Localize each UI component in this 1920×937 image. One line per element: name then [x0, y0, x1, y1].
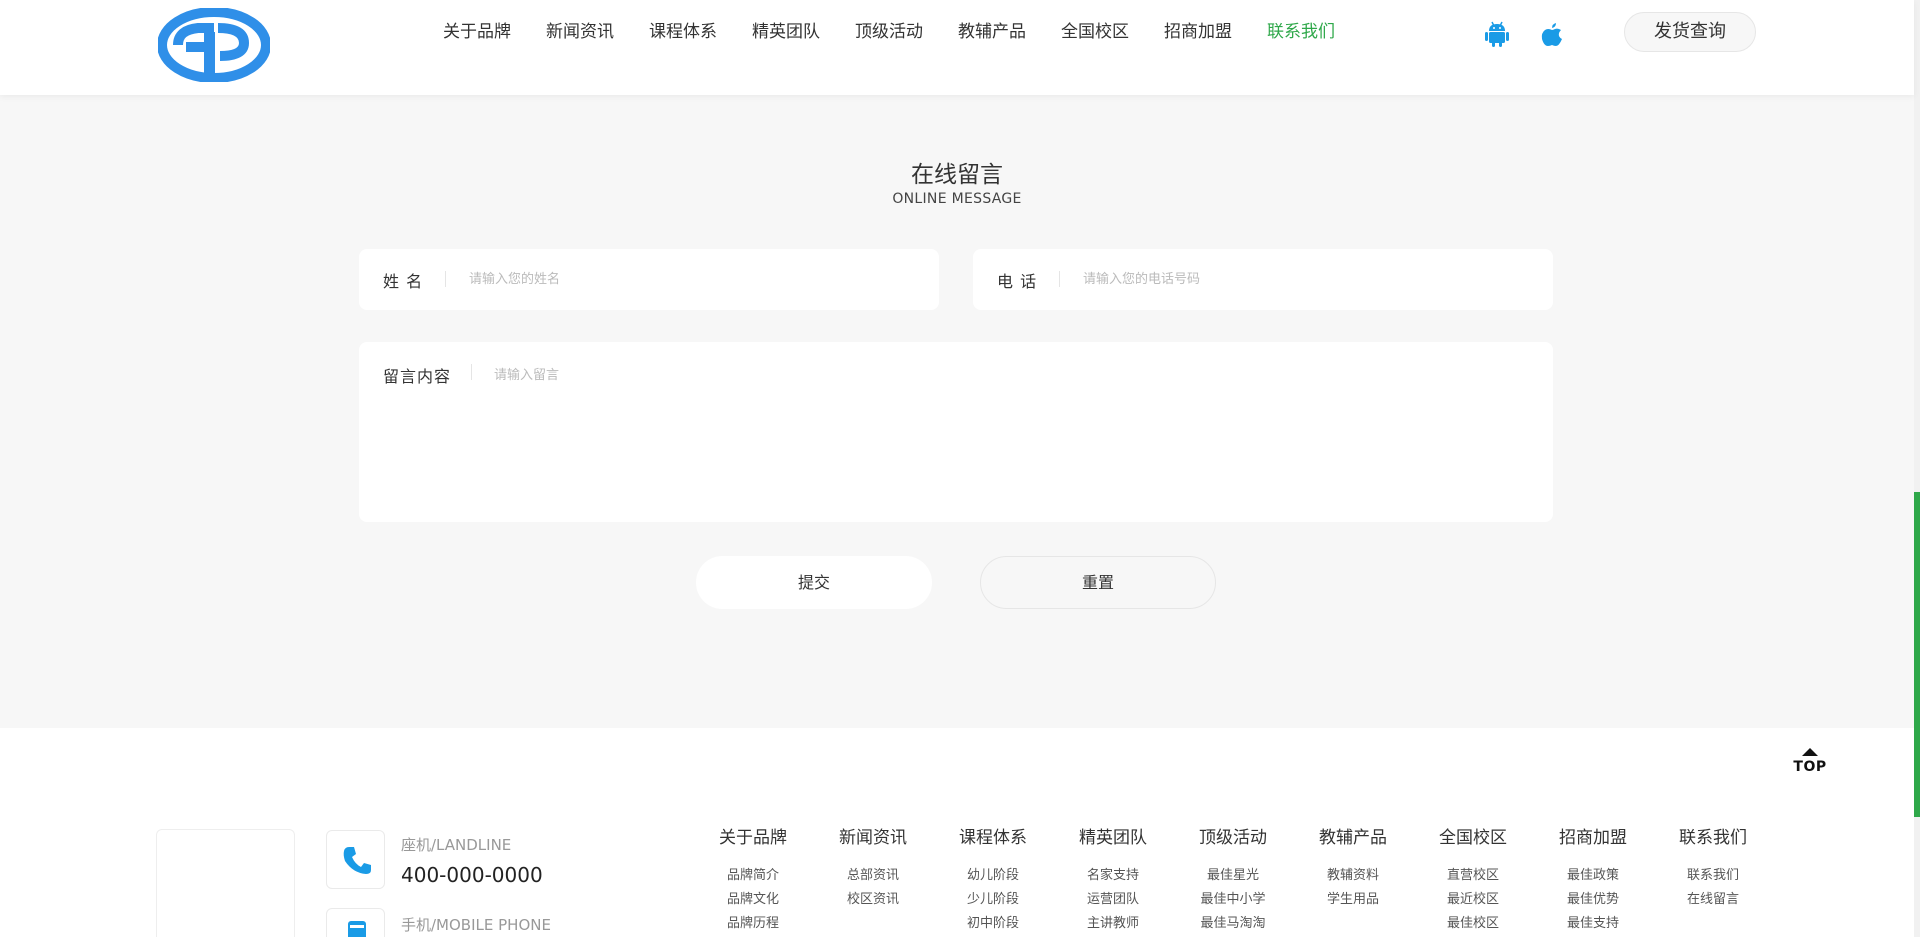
footer-link[interactable]: 在线留言 [1653, 891, 1773, 915]
nav-events[interactable]: 顶级活动 [855, 19, 923, 45]
footer-link[interactable]: 品牌历程 [693, 915, 813, 937]
message-textarea[interactable] [494, 364, 1524, 504]
footer-link[interactable]: 品牌文化 [693, 891, 813, 915]
footer-link[interactable]: 最佳中小学 [1173, 891, 1293, 915]
back-to-top-button[interactable]: TOP [1790, 748, 1830, 782]
footer-link[interactable]: 学生用品 [1293, 891, 1413, 915]
footer-col-contact: 联系我们 联系我们 在线留言 [1653, 827, 1773, 937]
nav-news[interactable]: 新闻资讯 [546, 19, 614, 45]
mobile-phone-icon [348, 921, 366, 937]
name-divider [445, 271, 446, 287]
footer-link[interactable]: 最近校区 [1413, 891, 1533, 915]
footer-col-title[interactable]: 关于品牌 [693, 827, 813, 867]
nav-about[interactable]: 关于品牌 [443, 19, 511, 45]
footer-link[interactable]: 名家支持 [1053, 867, 1173, 891]
phone-icon-box [326, 830, 385, 889]
footer-nav: 关于品牌 品牌简介 品牌文化 品牌历程 新闻资讯 总部资讯 校区资讯 课程体系 … [693, 827, 1773, 937]
footer-link[interactable]: 直营校区 [1413, 867, 1533, 891]
footer-link[interactable]: 教辅资料 [1293, 867, 1413, 891]
footer-col-events: 顶级活动 最佳星光 最佳中小学 最佳马淘淘 [1173, 827, 1293, 937]
qr-code-box [156, 829, 295, 937]
footer-link[interactable]: 最佳星光 [1173, 867, 1293, 891]
footer-col-campuses: 全国校区 直营校区 最近校区 最佳校区 [1413, 827, 1533, 937]
footer-col-title[interactable]: 联系我们 [1653, 827, 1773, 867]
footer-col-courses: 课程体系 幼儿阶段 少儿阶段 初中阶段 [933, 827, 1053, 937]
footer-link[interactable]: 幼儿阶段 [933, 867, 1053, 891]
message-subtitle: ONLINE MESSAGE [892, 191, 1022, 207]
footer-link[interactable]: 少儿阶段 [933, 891, 1053, 915]
landline-value: 400-000-0000 [401, 863, 543, 887]
main-nav: 关于品牌 新闻资讯 课程体系 精英团队 顶级活动 教辅产品 全国校区 招商加盟 … [443, 19, 1370, 45]
footer-col-team: 精英团队 名家支持 运营团队 主讲教师 [1053, 827, 1173, 937]
phone-divider [1059, 271, 1060, 287]
phone-icon [343, 847, 371, 874]
footer-link[interactable]: 联系我们 [1653, 867, 1773, 891]
nav-contact[interactable]: 联系我们 [1267, 19, 1335, 45]
message-title: 在线留言 [911, 162, 1003, 188]
footer-col-title[interactable]: 教辅产品 [1293, 827, 1413, 867]
footer-col-title[interactable]: 全国校区 [1413, 827, 1533, 867]
phone-input[interactable] [1083, 269, 1523, 289]
footer-link[interactable]: 主讲教师 [1053, 915, 1173, 937]
name-field: 姓 名 [359, 249, 939, 310]
arrow-up-icon [1802, 748, 1818, 756]
footer-col-title[interactable]: 顶级活动 [1173, 827, 1293, 867]
footer-link[interactable]: 校区资讯 [813, 891, 933, 915]
site-header: 关于品牌 新闻资讯 课程体系 精英团队 顶级活动 教辅产品 全国校区 招商加盟 … [0, 0, 1914, 95]
name-input[interactable] [469, 269, 909, 289]
footer-col-title[interactable]: 课程体系 [933, 827, 1053, 867]
nav-franchise[interactable]: 招商加盟 [1164, 19, 1232, 45]
reset-button[interactable]: 重置 [980, 556, 1216, 609]
footer-link[interactable]: 品牌简介 [693, 867, 813, 891]
footer-link[interactable]: 总部资讯 [813, 867, 933, 891]
footer-link[interactable]: 最佳政策 [1533, 867, 1653, 891]
name-label: 姓 名 [383, 272, 424, 291]
footer-col-news: 新闻资讯 总部资讯 校区资讯 [813, 827, 933, 937]
message-label: 留言内容 [383, 367, 452, 386]
message-divider [471, 364, 472, 380]
footer-col-title[interactable]: 招商加盟 [1533, 827, 1653, 867]
nav-products[interactable]: 教辅产品 [958, 19, 1026, 45]
ship-query-button[interactable]: 发货查询 [1624, 12, 1756, 52]
brand-logo[interactable] [158, 8, 270, 82]
nav-campuses[interactable]: 全国校区 [1061, 19, 1129, 45]
nav-team[interactable]: 精英团队 [752, 19, 820, 45]
message-field: 留言内容 [359, 342, 1553, 522]
footer-col-about: 关于品牌 品牌简介 品牌文化 品牌历程 [693, 827, 813, 937]
apple-icon[interactable] [1539, 20, 1565, 48]
scrollbar-thumb[interactable] [1914, 492, 1920, 817]
footer-link[interactable]: 最佳马淘淘 [1173, 915, 1293, 937]
footer-link[interactable]: 最佳优势 [1533, 891, 1653, 915]
footer-link[interactable]: 初中阶段 [933, 915, 1053, 937]
mobile-key: 手机/MOBILE PHONE [401, 916, 551, 934]
footer-col-title[interactable]: 新闻资讯 [813, 827, 933, 867]
nav-courses[interactable]: 课程体系 [649, 19, 717, 45]
phone-field: 电 话 [973, 249, 1553, 310]
top-label: TOP [1793, 759, 1827, 775]
site-footer: TOP 座机/LANDLINE 400-000-0000 手机/MOBILE P… [0, 728, 1914, 937]
footer-link[interactable]: 最佳校区 [1413, 915, 1533, 937]
android-icon[interactable] [1484, 20, 1510, 48]
submit-button[interactable]: 提交 [696, 556, 932, 609]
footer-link[interactable]: 最佳支持 [1533, 915, 1653, 937]
footer-link[interactable]: 运营团队 [1053, 891, 1173, 915]
landline-key: 座机/LANDLINE [401, 836, 512, 854]
mobile-icon-box [326, 908, 385, 937]
footer-col-franchise: 招商加盟 最佳政策 最佳优势 最佳支持 [1533, 827, 1653, 937]
phone-label: 电 话 [997, 272, 1038, 291]
footer-col-products: 教辅产品 教辅资料 学生用品 [1293, 827, 1413, 937]
page-scrollbar[interactable] [1914, 0, 1920, 937]
footer-col-title[interactable]: 精英团队 [1053, 827, 1173, 867]
